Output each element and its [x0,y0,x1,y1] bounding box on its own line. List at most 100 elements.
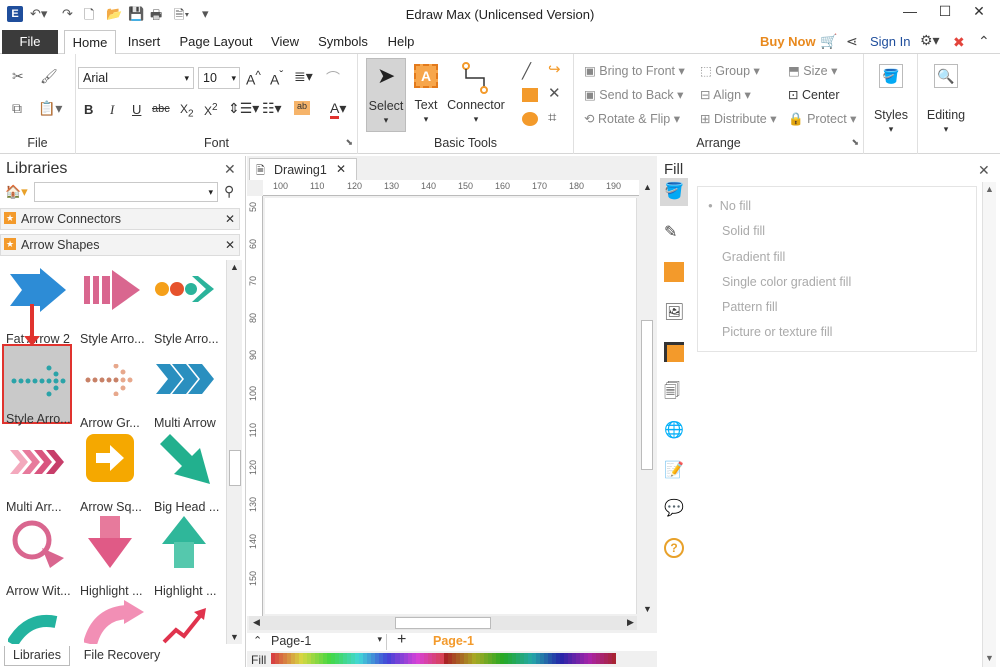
shape-zigzag-arrow[interactable] [162,606,208,644]
library-home-icon[interactable]: 🏠▾ [5,184,28,200]
bring-to-front-button[interactable]: ▣ Bring to Front ▾ [584,63,685,78]
tab-page-layout[interactable]: Page Layout [176,30,256,54]
font-family-select[interactable]: Arial ▾ [78,67,194,89]
bullet-list-icon[interactable]: ☷▾ [262,100,282,117]
close-libraries-icon[interactable]: ✕ [224,161,236,178]
scroll-up-icon[interactable]: ▲ [985,184,994,194]
shape-multi-arrow[interactable]: Multi Arrow [150,344,224,430]
scroll-down-icon[interactable]: ▼ [985,653,994,663]
note-icon[interactable]: 📝 [664,460,684,480]
font-size-select[interactable]: 10 ▾ [198,67,240,89]
shadow-icon[interactable] [664,262,684,282]
shape-style-arrow-1[interactable]: Style Arro... [76,260,150,346]
page-properties-icon[interactable]: 🗐 [664,380,680,407]
collapse-ribbon-icon[interactable]: ⌃ [978,33,990,50]
send-to-back-button[interactable]: ▣ Send to Back ▾ [584,87,683,102]
libraries-bottom-tab[interactable]: Libraries [4,646,70,666]
fill-option-gradient[interactable]: Gradient fill [722,250,785,264]
superscript-button[interactable]: X2 [204,102,218,118]
scroll-thumb[interactable] [395,617,491,629]
align-button[interactable]: ⊟ Align ▾ [700,87,751,102]
shape-arrow-with-circle[interactable]: Arrow Wit... [2,512,76,598]
tab-symbols[interactable]: Symbols [314,30,372,54]
canvas-horizontal-scrollbar[interactable]: ◀ ▶ [249,616,637,630]
text-align-icon[interactable]: ≣▾ [294,68,313,85]
connector-tool-button[interactable]: Connector ▾ [446,58,506,132]
tab-home[interactable]: Home [64,30,116,55]
center-button[interactable]: ⊡ Center [788,87,840,102]
cart-icon[interactable]: 🛒 [820,33,837,50]
close-document-icon[interactable]: ✕ [336,162,346,176]
fill-panel-scrollbar[interactable]: ▲ ▼ [982,182,996,667]
group-button[interactable]: ⬚ Group ▾ [700,63,760,78]
italic-button[interactable]: I [110,102,114,118]
fill-bucket-icon[interactable]: 🪣 [660,178,688,206]
arrange-dialog-launcher-icon[interactable]: ⬊ [851,137,859,148]
color-palette[interactable] [271,653,617,664]
shape-multi-arrow-2[interactable]: Multi Arr... [2,428,76,514]
cut-icon[interactable]: ✂ [12,68,24,85]
fill-option-single-color-gradient[interactable]: Single color gradient fill [722,275,851,289]
page-tab[interactable]: Page-1 [433,634,474,648]
library-section-arrow-connectors[interactable]: ★ Arrow Connectors ✕ [0,208,240,230]
help-icon[interactable]: ? [664,538,684,558]
font-color-icon[interactable]: A▾ [330,100,346,119]
styles-button[interactable]: 🪣 Styles ▾ [864,60,918,140]
select-tool-button[interactable]: ➤ Select ▾ [366,58,406,132]
color-swatch[interactable] [612,653,617,664]
scroll-down-icon[interactable]: ▼ [643,604,652,614]
subscript-button[interactable]: X2 [180,102,194,119]
fill-option-no-fill[interactable]: ● No fill [708,199,751,213]
shape-style-arrow-2[interactable]: Style Arro... [150,260,224,346]
shrink-font-icon[interactable]: Aˇ [270,69,283,88]
search-icon[interactable]: ⚲ [224,183,234,200]
line-spacing-icon[interactable]: ⇕☰▾ [228,100,259,117]
scroll-right-icon[interactable]: ▶ [627,617,634,628]
close-fill-panel-icon[interactable]: ✕ [978,162,990,179]
sign-in-link[interactable]: Sign In [870,34,910,49]
share-icon[interactable]: ⋖ [846,33,858,50]
text-path-icon[interactable]: ⌒ [326,68,340,88]
image-icon[interactable]: 🖼 [664,302,684,322]
close-section-icon[interactable]: ✕ [225,209,235,229]
line-tool-icon[interactable]: ╱ [522,62,531,80]
shape-highlight-up[interactable]: Highlight ... [150,512,224,598]
scroll-up-icon[interactable]: ▲ [643,182,652,192]
line-style-icon[interactable]: ✎ [664,222,677,242]
shape-big-head-arrow[interactable]: Big Head ... [150,428,224,514]
shape-style-arrow-3-selected[interactable]: Style Arro... [2,344,72,426]
file-recovery-tab[interactable]: File Recovery [78,646,166,666]
library-scrollbar[interactable]: ▲ ▼ [226,260,242,644]
shape-fat-arrow-2[interactable]: Fat Arrow 2 [2,260,76,346]
settings-gear-icon[interactable]: ⚙▾ [920,32,940,49]
scroll-left-icon[interactable]: ◀ [253,617,260,628]
grow-font-icon[interactable]: A^ [246,69,261,88]
ellipse-tool-icon[interactable] [522,112,538,126]
text-tool-button[interactable]: A Text ▾ [410,58,442,132]
size-button[interactable]: ⬒ Size ▾ [788,63,837,78]
scroll-down-icon[interactable]: ▼ [230,632,239,642]
fill-option-pattern[interactable]: Pattern fill [722,300,778,314]
library-search-input[interactable]: ▾ [34,182,218,202]
document-tab[interactable]: 🗎 Drawing1 ✕ [249,158,357,180]
rotate-flip-button[interactable]: ⟲ Rotate & Flip ▾ [584,111,680,126]
copy-icon[interactable]: ⧉ [12,100,22,117]
library-section-arrow-shapes[interactable]: ★ Arrow Shapes ✕ [0,234,240,256]
shape-arrow-gradient[interactable]: Arrow Gr... [76,344,150,430]
drawing-page[interactable] [265,198,637,614]
hyperlink-globe-icon[interactable]: 🌐 [664,420,684,440]
shape-curved-arrow-teal[interactable] [6,608,68,644]
add-page-icon[interactable]: + [397,631,406,649]
minimize-button[interactable]: — [895,3,925,19]
font-dialog-launcher-icon[interactable]: ⬊ [345,137,353,148]
layers-icon[interactable] [664,342,684,362]
fill-option-solid[interactable]: Solid fill [722,224,765,238]
scroll-thumb[interactable] [229,450,241,486]
crop-tool-icon[interactable]: ⌗ [548,109,556,126]
text-highlight-icon[interactable]: ab [294,101,310,115]
tab-view[interactable]: View [266,30,304,54]
paste-icon[interactable]: 📋▾ [38,100,62,117]
collapse-page-bar-icon[interactable]: ⌃ [253,634,262,647]
editing-button[interactable]: 🔍 Editing ▾ [918,60,974,140]
protect-button[interactable]: 🔒 Protect ▾ [788,111,856,127]
